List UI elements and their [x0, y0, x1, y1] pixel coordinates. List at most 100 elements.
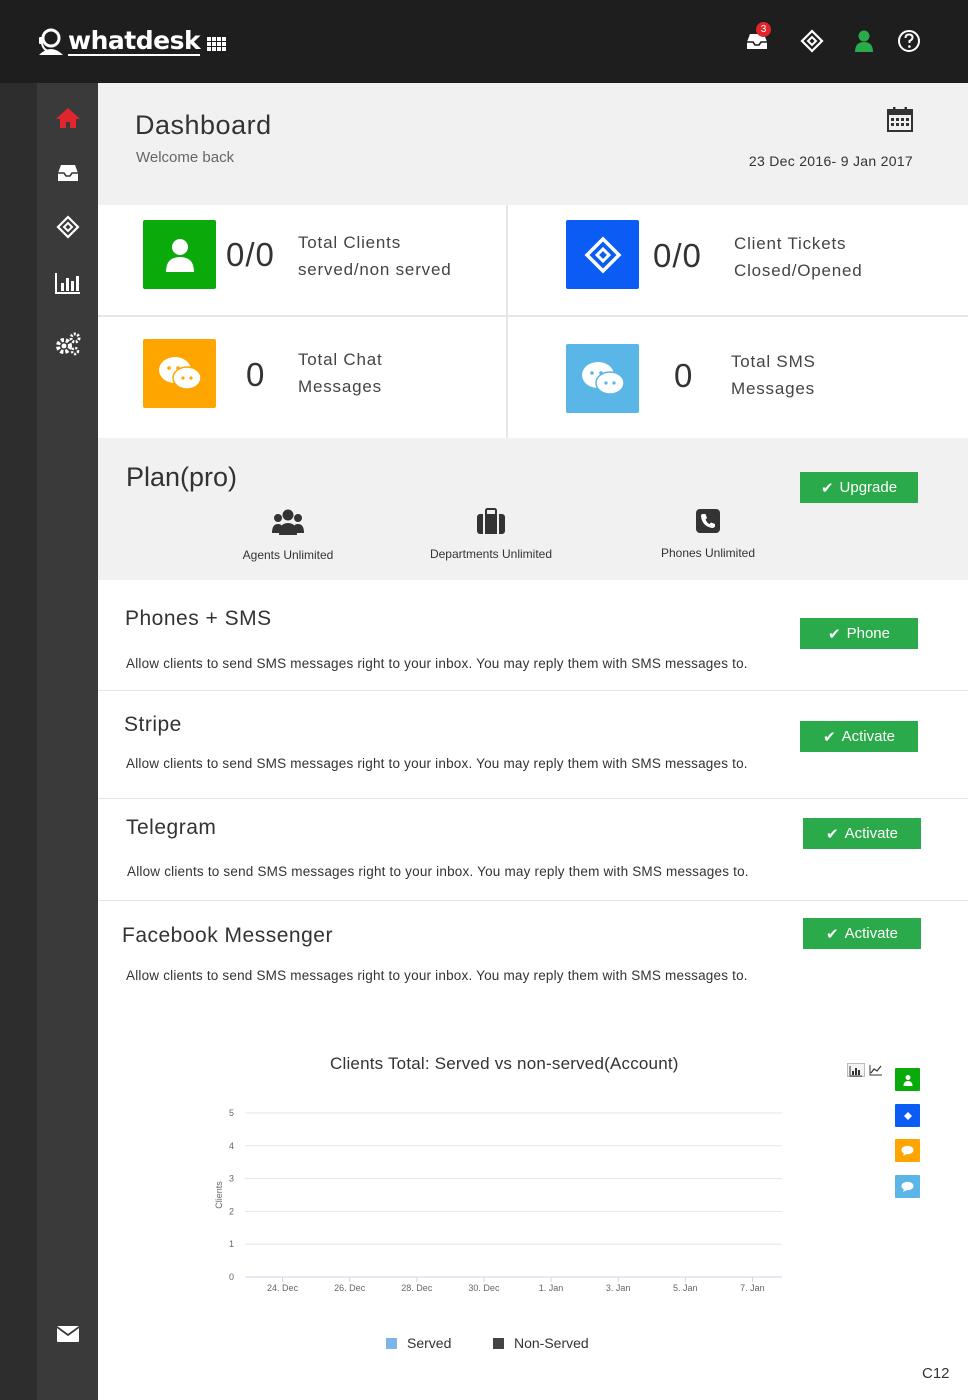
y-axis-label: Clients — [214, 1181, 224, 1209]
x-tick-label: 7. Jan — [740, 1283, 765, 1293]
page-subtitle: Welcome back — [136, 149, 235, 166]
tickets-icon[interactable] — [53, 214, 83, 240]
chat-icon — [901, 1145, 914, 1156]
y-tick-label: 1 — [229, 1239, 234, 1249]
chat-icon — [901, 1181, 914, 1192]
x-tick-label: 24. Dec — [267, 1283, 299, 1293]
clients-stat-tile — [143, 220, 216, 289]
check-icon: ✔ — [826, 825, 839, 843]
tickets-icon[interactable] — [799, 28, 825, 54]
bar-chart-toggle-icon[interactable] — [847, 1063, 865, 1077]
logo-text: whatdesk — [68, 26, 201, 56]
y-tick-label: 4 — [229, 1141, 234, 1151]
chat-stat-label: Total Chat Messages — [298, 350, 383, 396]
chart-title: Clients Total: Served vs non-served(Acco… — [330, 1054, 679, 1073]
calendar-icon[interactable] — [886, 105, 914, 133]
tickets-filter-button[interactable] — [895, 1104, 920, 1127]
y-tick-label: 2 — [229, 1206, 234, 1216]
integration-title: Stripe — [124, 713, 182, 736]
reports-icon[interactable] — [53, 270, 83, 296]
briefcase-icon — [477, 508, 505, 534]
stats-grid: 0/0 Total Clients served/non served 0/0 C… — [98, 205, 968, 438]
chat-filter-button[interactable] — [895, 1139, 920, 1162]
sms-stat-tile — [566, 344, 639, 413]
chart-plot: 0 1 2 3 4 5 24. Dec 26. Dec 28. Dec 30. Dec 1. Jan… — [214, 1108, 782, 1293]
sidebar-rail — [0, 83, 37, 1400]
y-tick-label: 5 — [229, 1108, 234, 1118]
x-tick-label: 28. Dec — [401, 1283, 433, 1293]
chat-stat-tile — [143, 339, 216, 408]
home-icon[interactable] — [53, 105, 83, 131]
sms-filter-button[interactable] — [895, 1175, 920, 1198]
integration-title: Phones + SMS — [125, 607, 272, 630]
x-tick-label: 3. Jan — [606, 1283, 631, 1293]
x-tick-label: 1. Jan — [539, 1283, 564, 1293]
inbox-icon[interactable] — [53, 160, 83, 186]
integration-title: Telegram — [126, 816, 217, 839]
plan-title: Plan(pro) — [126, 462, 238, 492]
users-group-icon — [272, 509, 304, 535]
check-icon: ✔ — [828, 625, 841, 643]
plan-panel: Plan(pro) ✔ Upgrade Agents Unlimited Depa… — [98, 438, 968, 580]
plan-feature-phones: Phones Unlimited — [653, 508, 763, 560]
clients-chart: Clients Total: Served vs non-served(Acco… — [98, 1030, 968, 1400]
clients-stat-value: 0/0 — [226, 236, 275, 273]
headset-logo-icon — [39, 28, 63, 55]
integration-stripe: Stripe Allow clients to send SMS message… — [98, 691, 968, 799]
chat-stat-value: 0 — [246, 356, 266, 393]
integration-phones-sms: Phones + SMS Allow clients to send SMS m… — [98, 580, 968, 691]
integration-title: Facebook Messenger — [122, 924, 333, 947]
top-navbar: whatdesk 3 — [0, 0, 968, 83]
footer-tag: C12 — [922, 1365, 950, 1382]
help-icon[interactable] — [896, 28, 922, 54]
page-title: Dashboard — [135, 110, 272, 140]
inbox-badge: 3 — [756, 22, 771, 37]
logo[interactable]: whatdesk — [36, 26, 201, 58]
plan-feature-departments: Departments Unlimited — [421, 508, 561, 561]
y-tick-label: 3 — [229, 1174, 234, 1184]
tickets-icon — [584, 236, 621, 273]
integration-description: Allow clients to send SMS messages right… — [126, 968, 748, 983]
tickets-stat-tile — [566, 220, 639, 289]
clients-stat-label: Total Clients served/non served — [298, 233, 452, 279]
chat-bubbles-icon — [581, 361, 625, 395]
activate-stripe-button[interactable]: ✔ Activate — [800, 721, 918, 752]
user-icon[interactable] — [851, 28, 877, 54]
integration-facebook-messenger: Facebook Messenger Allow clients to send… — [98, 901, 968, 1011]
integration-description: Allow clients to send SMS messages right… — [126, 656, 748, 671]
clients-filter-button[interactable] — [895, 1068, 920, 1091]
chat-bubbles-icon — [158, 356, 202, 390]
line-chart-toggle-icon[interactable] — [868, 1063, 886, 1077]
phone-icon — [696, 509, 720, 533]
check-icon: ✔ — [826, 925, 839, 943]
user-icon — [903, 1074, 912, 1086]
tickets-stat-label: Client Tickets Closed/Opened — [734, 234, 863, 280]
legend-item-served[interactable]: Served — [386, 1335, 451, 1351]
ticket-icon — [903, 1111, 912, 1120]
check-icon: ✔ — [820, 479, 834, 497]
tickets-stat-value: 0/0 — [653, 237, 702, 274]
page-header: Dashboard Welcome back 23 Dec 2016- 9 Ja… — [98, 83, 968, 205]
x-tick-label: 30. Dec — [468, 1283, 500, 1293]
x-tick-label: 26. Dec — [334, 1283, 366, 1293]
activate-facebook-button[interactable]: ✔ Activate — [803, 918, 921, 949]
check-icon: ✔ — [823, 728, 836, 746]
plan-feature-agents: Agents Unlimited — [228, 508, 348, 562]
activate-telegram-button[interactable]: ✔ Activate — [803, 818, 921, 849]
integration-description: Allow clients to send SMS messages right… — [127, 864, 749, 879]
sidebar — [37, 83, 98, 1400]
integration-description: Allow clients to send SMS messages right… — [126, 756, 748, 771]
legend-item-non-served[interactable]: Non-Served — [493, 1335, 589, 1351]
mail-icon[interactable] — [53, 1321, 83, 1347]
integration-telegram: Telegram Allow clients to send SMS messa… — [98, 799, 968, 901]
user-icon — [165, 238, 194, 272]
x-tick-label: 5. Jan — [673, 1283, 698, 1293]
date-range[interactable]: 23 Dec 2016- 9 Jan 2017 — [749, 153, 913, 169]
upgrade-button[interactable]: ✔ Upgrade — [800, 472, 918, 503]
apps-grid-icon[interactable] — [207, 37, 227, 54]
sms-stat-value: 0 — [674, 357, 694, 394]
y-tick-label: 0 — [229, 1272, 234, 1282]
sms-stat-label: Total SMS Messages — [731, 352, 816, 398]
phone-button[interactable]: ✔ Phone — [800, 618, 918, 649]
settings-icon[interactable] — [53, 331, 83, 357]
